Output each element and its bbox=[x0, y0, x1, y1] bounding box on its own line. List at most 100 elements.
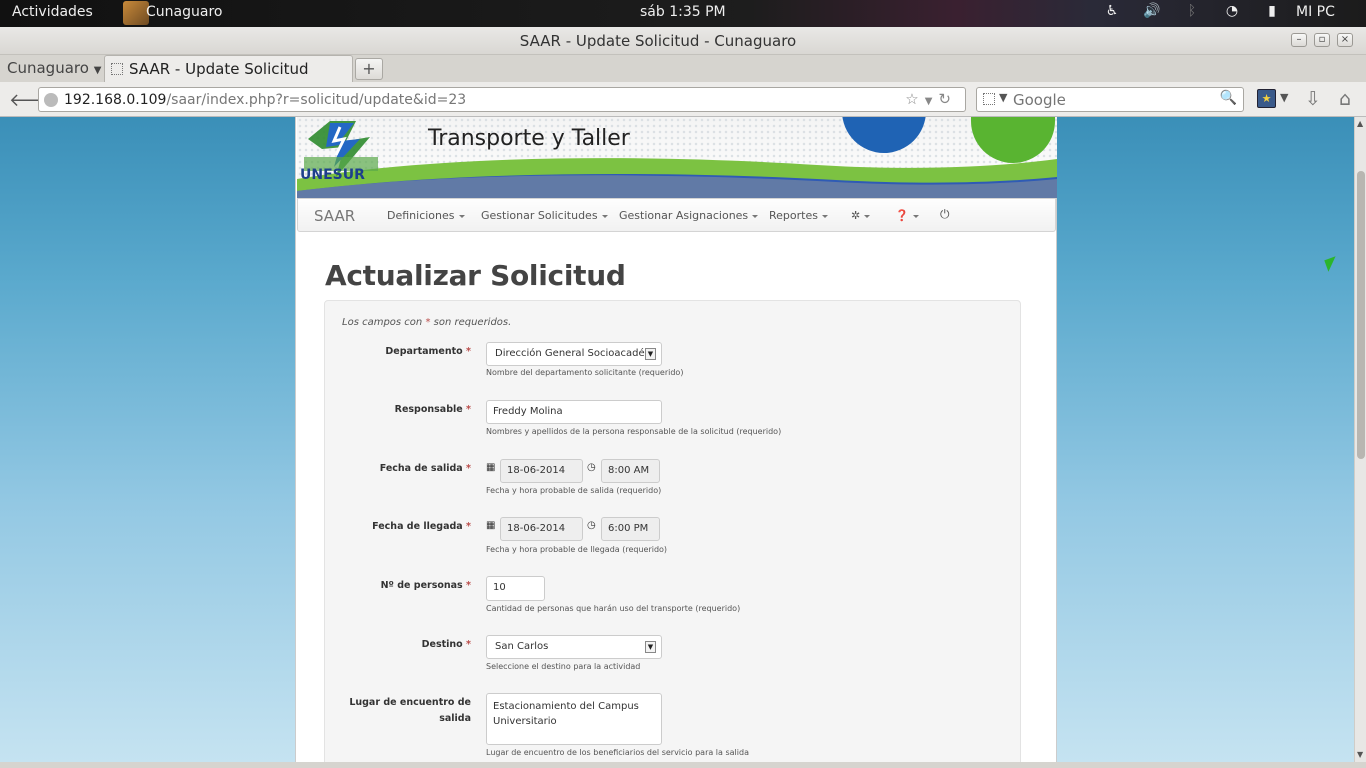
web-viewport: UNESUR Transporte y Taller SAAR Definici… bbox=[0, 117, 1354, 762]
download-icon[interactable]: ⇩ bbox=[1305, 88, 1321, 110]
maximize-button[interactable]: ▫ bbox=[1314, 33, 1330, 47]
vertical-scrollbar[interactable]: ▲ ▼ bbox=[1354, 117, 1366, 762]
destino-help: Seleccione el destino para la actividad bbox=[486, 662, 641, 671]
update-form: Los campos con * son requeridos. Departa… bbox=[324, 300, 1021, 762]
search-engine-dropdown-icon[interactable]: ▼ bbox=[999, 91, 1007, 104]
activities-button[interactable]: Actividades bbox=[12, 4, 93, 20]
menu-settings[interactable]: ✲ bbox=[851, 209, 871, 222]
search-input[interactable] bbox=[1013, 91, 1213, 109]
search-icon[interactable]: 🔍 bbox=[1220, 90, 1237, 106]
bookmarks-icon[interactable]: ★ bbox=[1257, 89, 1276, 108]
clock[interactable]: sáb 1:35 PM bbox=[640, 4, 726, 20]
chevron-down-icon: ▼ bbox=[93, 65, 102, 76]
caret-down-icon bbox=[601, 214, 608, 218]
personas-label: Nº de personas * bbox=[380, 580, 471, 591]
site-identity-icon[interactable] bbox=[44, 93, 58, 107]
required-note: Los campos con * son requeridos. bbox=[342, 317, 511, 328]
caret-down-icon bbox=[821, 214, 828, 218]
bluetooth-icon[interactable]: ᛒ bbox=[1172, 3, 1212, 19]
home-icon[interactable]: ⌂ bbox=[1339, 88, 1351, 110]
fecha-salida-label: Fecha de salida * bbox=[379, 463, 471, 474]
menu-definiciones[interactable]: Definiciones bbox=[387, 209, 465, 222]
wifi-icon[interactable]: ◔ bbox=[1212, 3, 1252, 19]
tab-active[interactable]: SAAR - Update Solicitud bbox=[104, 55, 353, 82]
menu-gestionar-asignaciones[interactable]: Gestionar Asignaciones bbox=[619, 209, 759, 222]
help-icon: ❓ bbox=[895, 209, 909, 222]
personas-help: Cantidad de personas que harán uso del t… bbox=[486, 604, 741, 613]
chevron-down-icon: ▼ bbox=[645, 348, 656, 360]
user-menu[interactable]: MI PC bbox=[1296, 4, 1335, 20]
fecha-salida-date-input[interactable]: 18-06-2014 bbox=[500, 459, 583, 483]
scrollbar-thumb[interactable] bbox=[1357, 171, 1365, 459]
battery-icon[interactable]: ▮ bbox=[1252, 3, 1292, 19]
menu-gestionar-solicitudes[interactable]: Gestionar Solicitudes bbox=[481, 209, 608, 222]
chevron-down-icon: ▼ bbox=[645, 641, 656, 653]
close-button[interactable]: × bbox=[1337, 33, 1353, 47]
fecha-llegada-label: Fecha de llegada * bbox=[372, 521, 471, 532]
menu-label: Reportes bbox=[769, 209, 818, 222]
window-title-bar: SAAR - Update Solicitud - Cunaguaro – ▫ … bbox=[0, 27, 1366, 55]
status-bar bbox=[0, 762, 1366, 768]
personas-input[interactable]: 10 bbox=[486, 576, 545, 601]
bookmarks-dropdown-icon[interactable]: ▼ bbox=[1280, 91, 1288, 104]
caret-down-icon bbox=[458, 214, 465, 218]
tab-group-label: Cunaguaro bbox=[7, 59, 89, 77]
responsable-label: Responsable * bbox=[394, 404, 471, 415]
minimize-button[interactable]: – bbox=[1291, 33, 1307, 47]
lugar-textarea[interactable]: Estacionamiento del Campus Universitario bbox=[486, 693, 662, 745]
search-bar[interactable]: ▼ 🔍 bbox=[976, 87, 1244, 112]
tab-bar: Cunaguaro ▼ SAAR - Update Solicitud + bbox=[0, 55, 1366, 82]
favicon-placeholder-icon bbox=[111, 63, 123, 75]
menu-label: Gestionar Asignaciones bbox=[619, 209, 749, 222]
menu-label: Definiciones bbox=[387, 209, 455, 222]
page-title: Actualizar Solicitud bbox=[325, 259, 626, 292]
new-tab-button[interactable]: + bbox=[355, 58, 383, 80]
responsable-help: Nombres y apellidos de la persona respon… bbox=[486, 427, 782, 436]
page-container: UNESUR Transporte y Taller SAAR Definici… bbox=[295, 117, 1057, 762]
menu-help[interactable]: ❓ bbox=[895, 209, 919, 222]
clock-icon: ◷ bbox=[587, 462, 596, 473]
power-icon[interactable]: ⏻ bbox=[940, 207, 950, 222]
unesur-logo-text: UNESUR bbox=[300, 167, 365, 183]
departamento-select[interactable]: Dirección General Socioacadé ▼ bbox=[486, 342, 662, 366]
clock-icon: ◷ bbox=[587, 520, 596, 531]
bookmark-star-icon[interactable]: ☆ bbox=[905, 90, 924, 108]
banner-wave-graphic bbox=[297, 158, 1057, 198]
search-engine-icon[interactable] bbox=[983, 93, 995, 105]
address-bar[interactable]: 192.168.0.109/saar/index.php?r=solicitud… bbox=[38, 87, 966, 112]
accessibility-icon[interactable]: ♿ bbox=[1092, 3, 1132, 19]
required-note-text: Los campos con bbox=[342, 317, 426, 328]
fecha-llegada-time-input[interactable]: 6:00 PM bbox=[601, 517, 660, 541]
departamento-help: Nombre del departamento solicitante (req… bbox=[486, 368, 684, 377]
navigation-bar: 🡐 192.168.0.109/saar/index.php?r=solicit… bbox=[0, 82, 1366, 117]
system-tray: ♿ 🔊 ᛒ ◔ ▮ bbox=[1092, 3, 1292, 19]
scroll-up-icon[interactable]: ▲ bbox=[1357, 119, 1363, 128]
required-note-text-end: son requeridos. bbox=[430, 317, 512, 328]
calendar-icon: ▦ bbox=[486, 520, 496, 531]
url-dropdown-icon[interactable]: ▼ bbox=[925, 96, 939, 107]
destino-label: Destino * bbox=[421, 639, 471, 650]
fecha-llegada-date-input[interactable]: 18-06-2014 bbox=[500, 517, 583, 541]
calendar-icon: ▦ bbox=[486, 462, 496, 473]
fecha-salida-time-input[interactable]: 8:00 AM bbox=[601, 459, 660, 483]
destino-selected-value: San Carlos bbox=[495, 641, 549, 652]
menu-label: Gestionar Solicitudes bbox=[481, 209, 598, 222]
responsable-input[interactable]: Freddy Molina bbox=[486, 400, 662, 424]
url-host: 192.168.0.109 bbox=[64, 92, 167, 108]
caret-down-icon bbox=[864, 214, 871, 218]
destino-select[interactable]: San Carlos ▼ bbox=[486, 635, 662, 659]
departamento-selected-value: Dirección General Socioacadé bbox=[495, 348, 645, 359]
reload-icon[interactable]: ↻ bbox=[938, 90, 957, 108]
tab-group-button[interactable]: Cunaguaro ▼ bbox=[7, 59, 101, 77]
volume-icon[interactable]: 🔊 bbox=[1132, 3, 1172, 19]
site-banner: UNESUR Transporte y Taller bbox=[297, 117, 1057, 198]
departamento-label: Departamento * bbox=[385, 346, 471, 357]
scroll-down-icon[interactable]: ▼ bbox=[1357, 750, 1363, 759]
brand-link[interactable]: SAAR bbox=[314, 207, 355, 225]
menu-reportes[interactable]: Reportes bbox=[769, 209, 828, 222]
lugar-help: Lugar de encuentro de los beneficiarios … bbox=[486, 748, 749, 757]
system-top-bar: Actividades Cunaguaro sáb 1:35 PM ♿ 🔊 ᛒ … bbox=[0, 0, 1366, 27]
app-menu-label[interactable]: Cunaguaro bbox=[146, 4, 222, 20]
url-path: /saar/index.php?r=solicitud/update&id=23 bbox=[166, 92, 467, 108]
lugar-label: Lugar de encuentro de salida bbox=[349, 697, 471, 724]
